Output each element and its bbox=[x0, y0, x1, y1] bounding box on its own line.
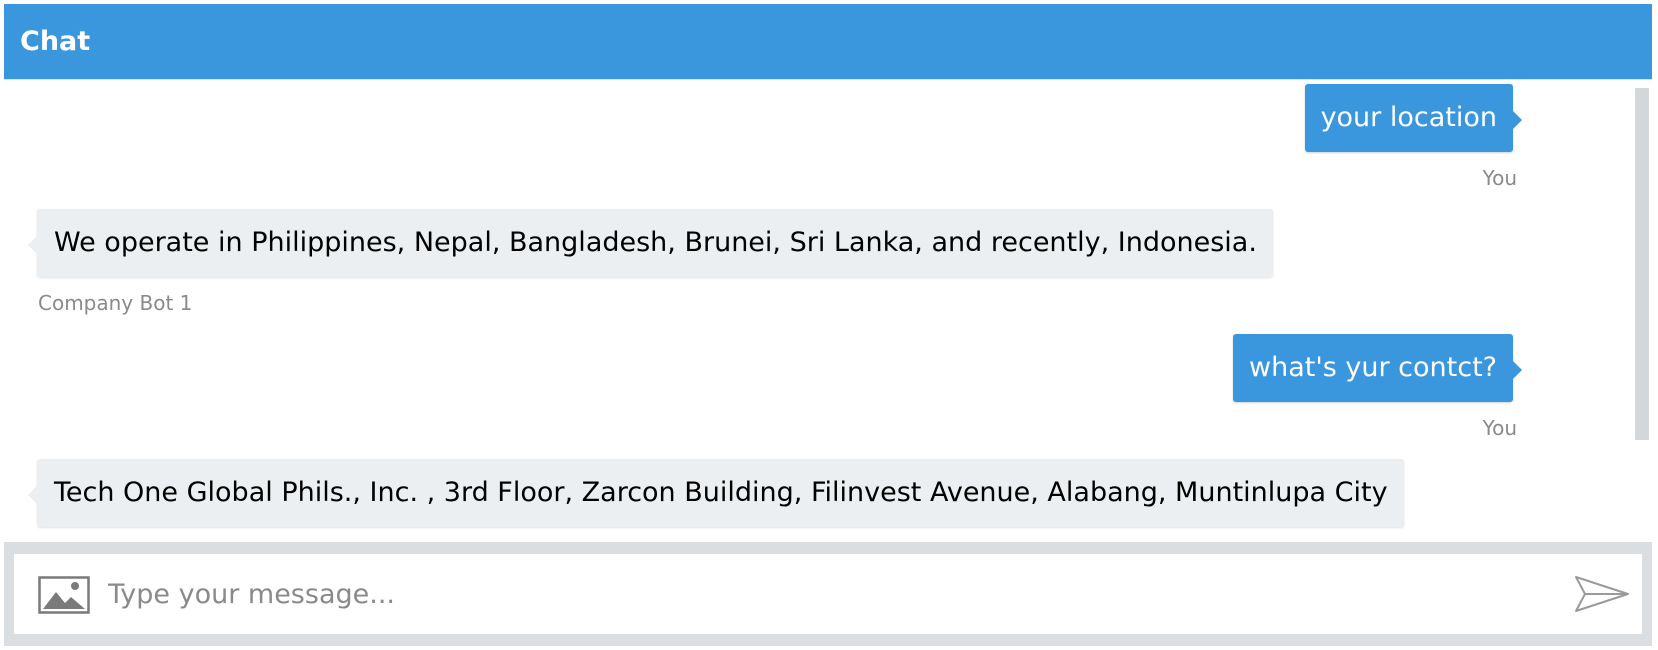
message-text: your location bbox=[1320, 102, 1497, 133]
user-message-bubble: what's yur contct? bbox=[1233, 334, 1522, 402]
chat-title: Chat bbox=[20, 26, 91, 57]
send-icon[interactable] bbox=[1574, 574, 1630, 614]
message-history[interactable]: your location You We operate in Philippi… bbox=[4, 80, 1644, 542]
image-upload-icon[interactable] bbox=[38, 576, 90, 614]
message-input[interactable] bbox=[104, 568, 1544, 620]
message-sender-label: Company Bot 1 bbox=[38, 291, 193, 315]
history-scrollbar[interactable] bbox=[1635, 88, 1649, 440]
chat-window: Chat your location You We operate in Phi… bbox=[0, 0, 1658, 650]
chat-header: Chat bbox=[4, 4, 1652, 80]
message-text: Tech One Global Phils., Inc. , 3rd Floor… bbox=[54, 477, 1388, 508]
bot-message-bubble: We operate in Philippines, Nepal, Bangla… bbox=[28, 209, 1273, 277]
message-text: what's yur contct? bbox=[1249, 352, 1497, 383]
message-input-bar bbox=[4, 542, 1652, 646]
user-message-bubble: your location bbox=[1304, 84, 1523, 152]
bot-message-bubble: Tech One Global Phils., Inc. , 3rd Floor… bbox=[28, 459, 1404, 527]
message-input-container bbox=[14, 554, 1642, 634]
message-sender-label: You bbox=[1482, 416, 1517, 440]
message-sender-label: You bbox=[1482, 166, 1517, 190]
message-text: We operate in Philippines, Nepal, Bangla… bbox=[54, 227, 1257, 258]
